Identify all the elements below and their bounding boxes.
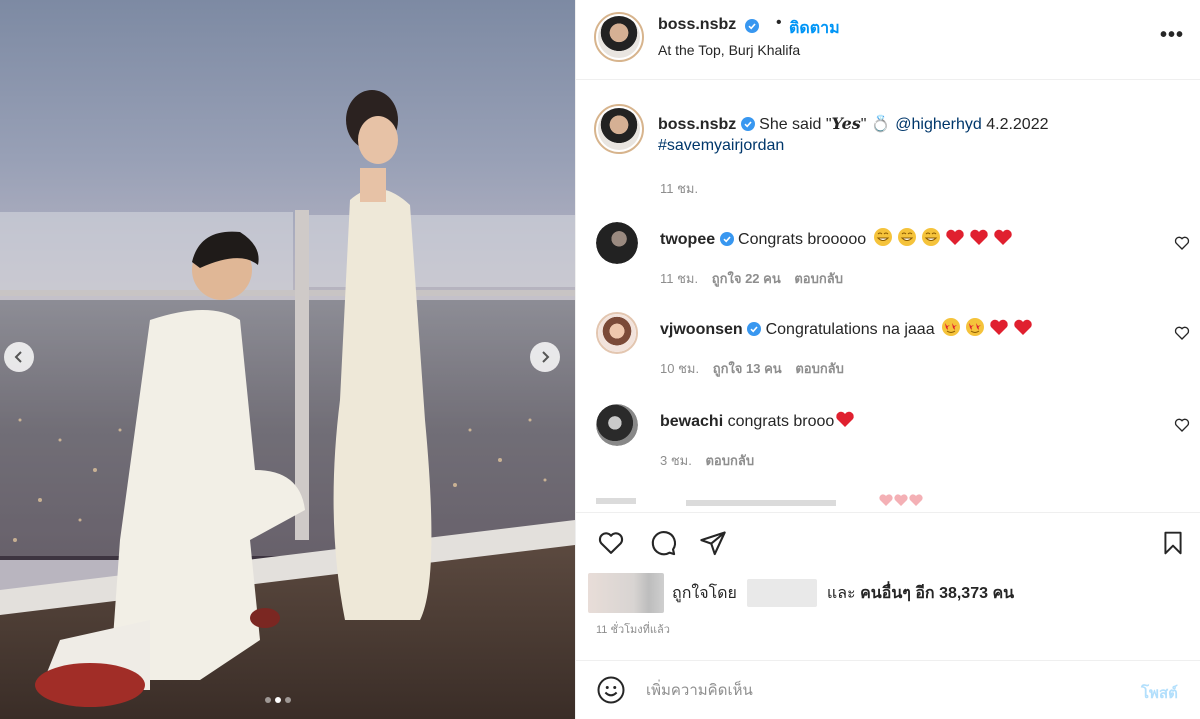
caption-meta: 11 ชม.: [660, 178, 708, 199]
cutoff-comment-placeholder: [596, 494, 923, 506]
caption-author-avatar[interactable]: [594, 104, 644, 154]
like-comment-heart-icon[interactable]: [1174, 235, 1190, 251]
comment-text: Congrats brooooo: [738, 231, 867, 248]
comment-input[interactable]: [646, 675, 1116, 705]
commenter-avatar[interactable]: [596, 404, 638, 446]
likes-others-count[interactable]: คนอื่นๆ อีก 38,373 คน: [860, 581, 1014, 606]
caption-mention[interactable]: @higherhyd: [895, 116, 982, 133]
post-caption: boss.nsbz She said "Yes" 💍 @higherhyd 4.…: [658, 113, 1158, 156]
liker-avatar-blurred[interactable]: [588, 573, 664, 613]
emoji-sequence-icon: [873, 228, 1012, 246]
caption-text-before: She said ": [759, 116, 832, 133]
comment-text: congrats brooo: [727, 413, 835, 430]
verified-badge-icon: [719, 232, 734, 246]
carousel-indicator: [265, 697, 291, 703]
comment-username[interactable]: twopee: [660, 231, 715, 248]
more-options-button[interactable]: •••: [1160, 24, 1184, 47]
chevron-right-icon: [542, 351, 550, 363]
separator-dot: •: [776, 14, 782, 31]
like-comment-heart-icon[interactable]: [1174, 325, 1190, 341]
reply-button[interactable]: ตอบกลับ: [794, 271, 843, 286]
previous-photo-button[interactable]: [4, 342, 34, 372]
post-photo[interactable]: [0, 0, 575, 719]
comment-meta: 3 ชม. ตอบกลับ: [660, 450, 764, 471]
comment-body: twopee Congrats brooooo: [660, 227, 1013, 249]
caption-hashtag[interactable]: #savemyairjordan: [658, 137, 784, 154]
comment-username[interactable]: bewachi: [660, 413, 723, 430]
proposal-photo-illustration: [0, 90, 575, 719]
comment-likes[interactable]: ถูกใจ 22 คน: [712, 271, 781, 286]
add-comment-bar: โพสต์: [576, 660, 1200, 719]
caption-yes-word: Yes: [831, 114, 861, 133]
comment-likes[interactable]: ถูกใจ 13 คน: [713, 361, 782, 376]
post-location[interactable]: At the Top, Burj Khalifa: [658, 42, 800, 58]
verified-badge-icon: [747, 322, 762, 336]
bookmark-icon[interactable]: [1160, 529, 1186, 557]
comment-time[interactable]: 3 ชม.: [660, 453, 692, 468]
post-actions-bar: [576, 512, 1200, 572]
like-comment-heart-icon[interactable]: [1174, 417, 1190, 433]
post-comment-button[interactable]: โพสต์: [1141, 681, 1178, 705]
heart-emoji-icon: [836, 411, 855, 427]
comment-username[interactable]: vjwoonsen: [660, 321, 743, 338]
commenter-avatar[interactable]: [596, 222, 638, 264]
comment-time[interactable]: 10 ชม.: [660, 361, 699, 376]
emoji-icon[interactable]: [596, 675, 626, 705]
comment-meta: 11 ชม. ถูกใจ 22 คน ตอบกลับ: [660, 268, 853, 289]
author-username[interactable]: boss.nsbz: [658, 16, 736, 34]
comment-text: Congratulations na jaaa: [765, 321, 935, 338]
comment-meta: 10 ชม. ถูกใจ 13 คน ตอบกลับ: [660, 358, 854, 379]
reply-button[interactable]: ตอบกลับ: [795, 361, 844, 376]
carousel-dot: [265, 697, 271, 703]
emoji-sequence-icon: [942, 318, 1032, 336]
share-icon[interactable]: [698, 529, 728, 557]
comment-body: bewachi congrats brooo: [660, 409, 856, 431]
post-sidebar: boss.nsbz • ติดตาม At the Top, Burj Khal…: [575, 0, 1200, 719]
follow-button[interactable]: ติดตาม: [789, 16, 840, 41]
chevron-left-icon: [14, 351, 22, 363]
post-time-ago[interactable]: 11 ชั่วโมงที่แล้ว: [596, 620, 670, 638]
likes-and-label: และ: [826, 584, 856, 602]
heart-icon[interactable]: [596, 529, 626, 557]
caption-username[interactable]: boss.nsbz: [658, 116, 736, 133]
caption-date: 4.2.2022: [986, 116, 1049, 133]
verified-badge-icon: [745, 19, 759, 33]
verified-badge-icon: [740, 117, 755, 131]
carousel-dot: [285, 697, 291, 703]
post-header: boss.nsbz • ติดตาม At the Top, Burj Khal…: [576, 0, 1200, 80]
comment-item-cutoff: [596, 492, 996, 508]
reply-button[interactable]: ตอบกลับ: [705, 453, 754, 468]
comment-time[interactable]: 11 ชม.: [660, 271, 698, 286]
next-photo-button[interactable]: [530, 342, 560, 372]
carousel-dot-active: [275, 697, 281, 703]
caption-time[interactable]: 11 ชม.: [660, 181, 698, 196]
likes-summary: ถูกใจโดย และ คนอื่นๆ อีก 38,373 คน: [588, 572, 1014, 614]
comment-body: vjwoonsen Congratulations na jaaa: [660, 317, 1037, 339]
commenter-avatar[interactable]: [596, 312, 638, 354]
comment-icon[interactable]: [648, 529, 678, 557]
liker-name-blurred[interactable]: [746, 579, 817, 607]
liked-by-label: ถูกใจโดย: [672, 584, 737, 602]
caption-text-after: " 💍: [860, 116, 891, 133]
author-avatar[interactable]: [594, 12, 644, 62]
